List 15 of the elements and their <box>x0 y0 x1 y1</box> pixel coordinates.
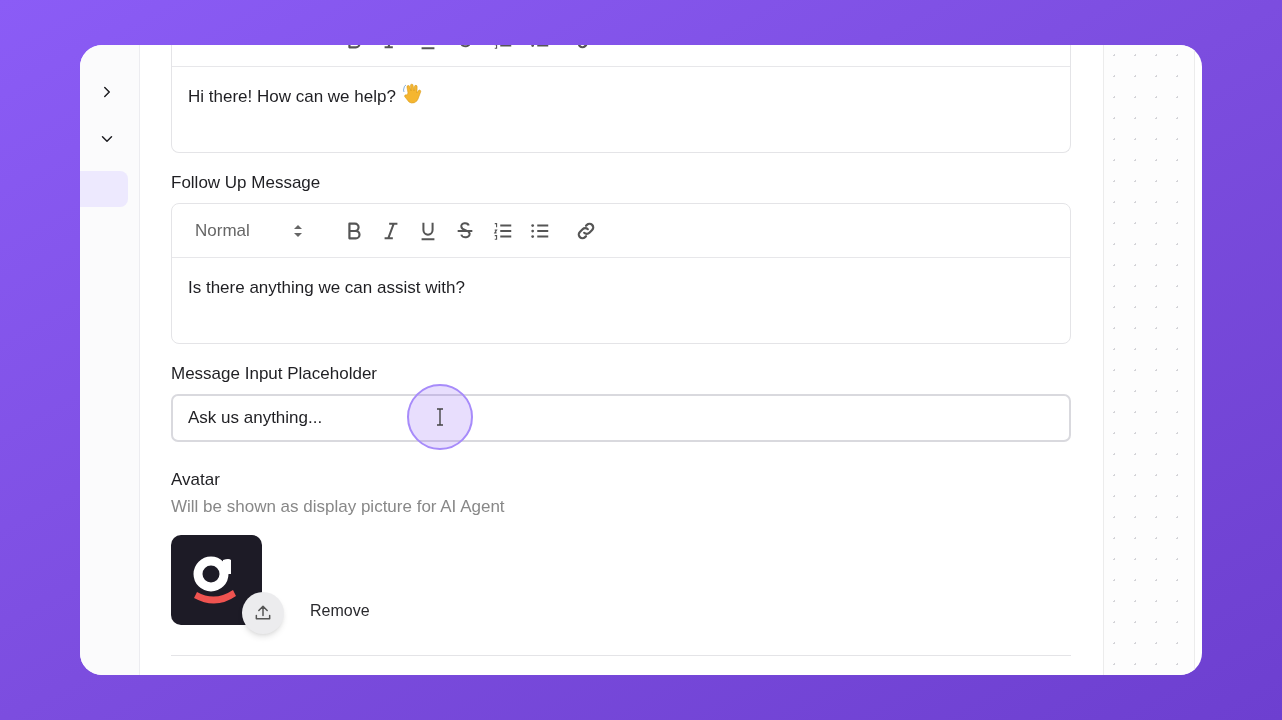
editor-text-area[interactable]: Is there anything we can assist with? <box>172 258 1070 343</box>
text-input-field[interactable]: Ask us anything... <box>171 394 1071 442</box>
editor-text-area[interactable]: Hi there! How can we help? <box>172 67 1070 152</box>
sort-icon <box>293 223 303 238</box>
message-text: Is there anything we can assist with? <box>188 277 465 299</box>
section-description: Will be shown as display picture for AI Agent <box>171 497 505 517</box>
format-dropdown[interactable]: Normal <box>195 217 315 244</box>
message-text: Hi there! How can we help? <box>188 86 396 108</box>
text-cursor-icon <box>435 408 445 426</box>
section-title: Avatar <box>171 470 220 490</box>
field-label: Message Input Placeholder <box>171 364 378 384</box>
field-label: Follow Up Message <box>171 173 321 193</box>
upload-button[interactable] <box>242 592 284 634</box>
remove-button[interactable]: Remove <box>310 599 370 623</box>
upload-icon <box>253 603 273 623</box>
